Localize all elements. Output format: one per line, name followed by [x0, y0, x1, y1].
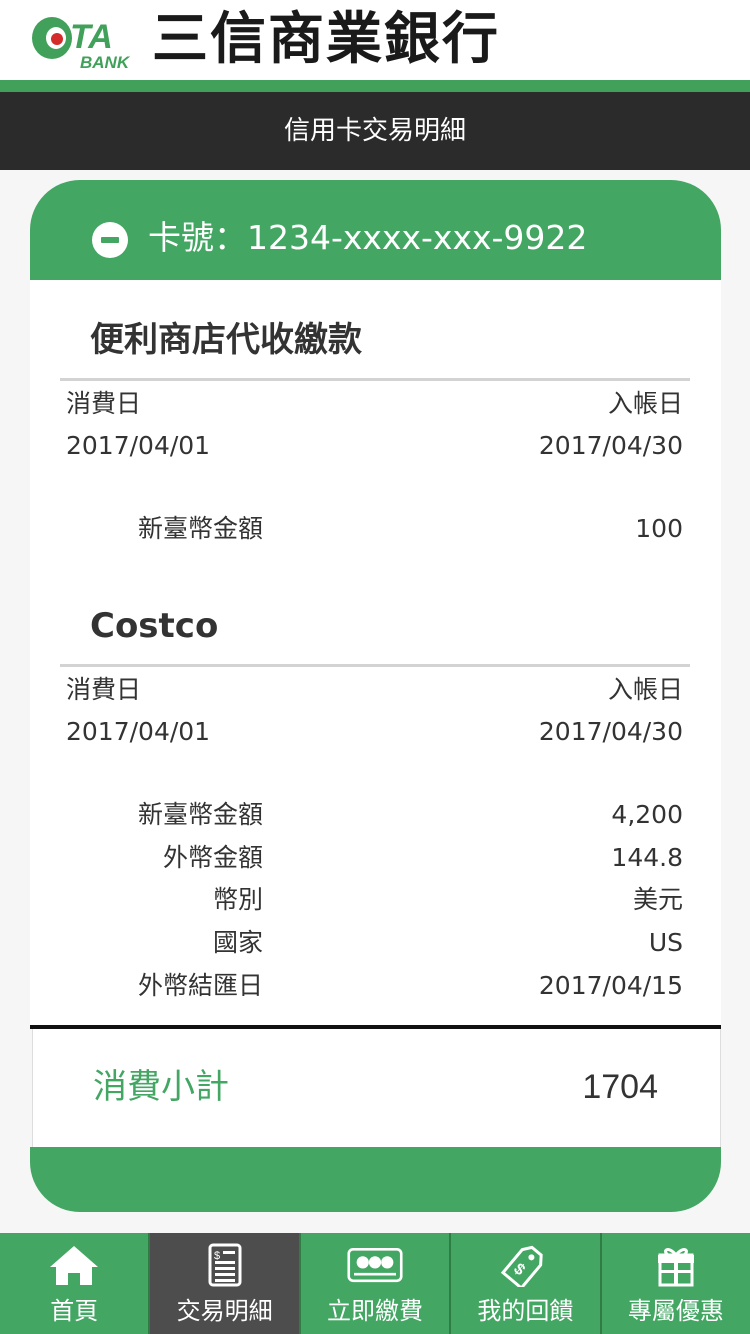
statement-icon: $ [208, 1243, 242, 1287]
post-date-label: 入帳日 [607, 675, 683, 704]
card-number-title: 卡號：1234-xxxx-xxx-9922 [148, 218, 588, 257]
bank-name: 三信商業銀行 [152, 7, 500, 72]
nav-label: 首頁 [50, 1297, 99, 1325]
post-date-value: 2017/04/30 [538, 431, 683, 460]
gift-icon [657, 1248, 694, 1287]
nav-label: 專屬優惠 [627, 1297, 724, 1325]
detail-value: US [648, 928, 683, 957]
detail-label: 國家 [212, 928, 263, 957]
home-icon [50, 1246, 99, 1285]
spend-date-value: 2017/04/01 [66, 717, 211, 746]
detail-value: 100 [635, 514, 683, 543]
card-footer [30, 1147, 721, 1212]
merchant-name: 便利商店代收繳款 [90, 320, 362, 360]
nav-item-home[interactable]: 首頁 [0, 1233, 148, 1334]
nav-item-rewards[interactable]: $ 我的回饋 [449, 1233, 599, 1334]
nav-item-statement[interactable]: $ 交易明細 [148, 1233, 299, 1334]
detail-label: 外幣金額 [162, 843, 263, 872]
nav-label: 立即繳費 [327, 1297, 424, 1325]
post-date-value: 2017/04/30 [538, 717, 683, 746]
nav-label: 交易明細 [176, 1297, 273, 1325]
bill-payment-icon [347, 1247, 403, 1283]
detail-value: 美元 [632, 885, 683, 914]
detail-label: 外幣結匯日 [137, 971, 263, 1000]
post-date-label: 入帳日 [607, 389, 683, 418]
spend-date-label: 消費日 [66, 675, 142, 704]
bottom-nav: 首頁 $ 交易明細 立即繳費 $ 我的回饋 專屬優惠 [0, 1233, 750, 1334]
detail-value: 4,200 [611, 800, 683, 829]
bank-logo: TA BANK [32, 17, 131, 72]
app-header: TA BANK 三信商業銀行 [0, 0, 750, 80]
detail-label: 新臺幣金額 [137, 800, 263, 829]
reward-tag-icon: $ [501, 1245, 544, 1287]
logo-text: TA [70, 18, 113, 56]
detail-label: 新臺幣金額 [137, 514, 263, 543]
detail-value: 2017/04/15 [538, 971, 683, 1000]
subtotal-value: 1704 [582, 1068, 658, 1106]
divider [60, 378, 690, 381]
logo-subtext: BANK [80, 53, 131, 72]
divider [60, 664, 690, 667]
spend-date-value: 2017/04/01 [66, 431, 211, 460]
header-accent-strip [0, 80, 750, 92]
detail-value: 144.8 [611, 843, 683, 872]
merchant-name: Costco [90, 606, 219, 646]
minus-circle-icon[interactable] [92, 222, 128, 258]
transaction-list: 便利商店代收繳款 消費日 入帳日 2017/04/01 2017/04/30 新… [30, 280, 721, 1025]
card-header[interactable]: 卡號：1234-xxxx-xxx-9922 [30, 180, 721, 280]
nav-item-payment[interactable]: 立即繳費 [298, 1233, 449, 1334]
spend-date-label: 消費日 [66, 389, 142, 418]
nav-label: 我的回饋 [477, 1297, 574, 1325]
nav-item-offers[interactable]: 專屬優惠 [599, 1233, 750, 1334]
subtotal-row: 消費小計 1704 [32, 1029, 721, 1147]
detail-label: 幣別 [212, 885, 263, 914]
page-title: 信用卡交易明細 [0, 92, 750, 170]
credit-card-statement-panel: 卡號：1234-xxxx-xxx-9922 便利商店代收繳款 消費日 入帳日 2… [30, 180, 721, 1212]
subtotal-label: 消費小計 [93, 1067, 229, 1107]
svg-text:$: $ [214, 1250, 220, 1262]
